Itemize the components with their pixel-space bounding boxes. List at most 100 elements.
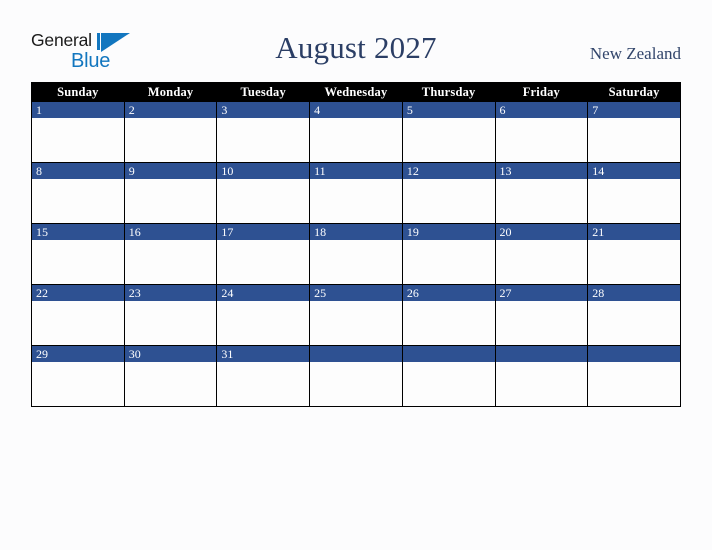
calendar-day-cell[interactable]: 17 <box>216 223 311 285</box>
day-number: 3 <box>217 102 310 118</box>
day-number: 22 <box>32 285 124 301</box>
day-note-area[interactable] <box>124 240 217 284</box>
day-number <box>495 346 588 362</box>
day-number: 9 <box>124 163 217 179</box>
day-note-area[interactable] <box>124 301 217 345</box>
calendar-day-cell[interactable]: 21 <box>587 223 681 285</box>
calendar-day-cell[interactable]: 14 <box>587 162 681 224</box>
calendar-week-row: 22 23 24 25 26 27 28 <box>31 284 681 346</box>
calendar-day-cell[interactable]: 19 <box>401 223 496 285</box>
day-number: 24 <box>217 285 310 301</box>
weekday-header-sunday: Sunday <box>31 82 125 102</box>
country-label: New Zealand <box>589 44 681 63</box>
day-note-area[interactable] <box>588 118 680 162</box>
calendar-day-cell[interactable]: 7 <box>587 101 681 163</box>
day-note-area[interactable] <box>495 240 588 284</box>
day-number: 17 <box>217 224 310 240</box>
day-number: 8 <box>32 163 124 179</box>
calendar-page: General Blue August 2027 New Zealand Sun… <box>0 0 712 550</box>
calendar-day-cell[interactable]: 31 <box>216 345 311 407</box>
day-number: 31 <box>217 346 310 362</box>
day-number: 2 <box>124 102 217 118</box>
calendar-day-cell[interactable]: 5 <box>401 101 496 163</box>
calendar-day-cell[interactable]: 25 <box>309 284 403 346</box>
calendar-day-cell[interactable]: 16 <box>123 223 218 285</box>
calendar-day-cell[interactable]: 4 <box>309 101 403 163</box>
day-note-area[interactable] <box>32 362 124 406</box>
day-note-area[interactable] <box>32 179 124 223</box>
calendar-day-cell[interactable]: 24 <box>216 284 311 346</box>
calendar-week-row: 15 16 17 18 19 20 21 <box>31 223 681 285</box>
day-note-area[interactable] <box>32 118 124 162</box>
day-note-area[interactable] <box>402 179 495 223</box>
calendar-day-cell[interactable]: 3 <box>216 101 311 163</box>
weekday-header-tuesday: Tuesday <box>216 82 311 102</box>
day-note-area[interactable] <box>217 362 310 406</box>
day-note-area[interactable] <box>402 240 495 284</box>
calendar-day-cell-empty[interactable] <box>401 345 496 407</box>
day-note-area[interactable] <box>32 301 124 345</box>
calendar-day-cell[interactable]: 28 <box>587 284 681 346</box>
day-number: 6 <box>495 102 588 118</box>
weekday-header-saturday: Saturday <box>587 82 681 102</box>
day-note-area[interactable] <box>588 179 680 223</box>
day-note-area[interactable] <box>310 301 402 345</box>
day-number: 23 <box>124 285 217 301</box>
day-note-area[interactable] <box>495 301 588 345</box>
day-note-area[interactable] <box>588 301 680 345</box>
day-note-area[interactable] <box>402 301 495 345</box>
calendar-day-cell[interactable]: 30 <box>123 345 218 407</box>
day-note-area[interactable] <box>495 179 588 223</box>
day-note-area[interactable] <box>310 240 402 284</box>
day-number: 13 <box>495 163 588 179</box>
calendar-day-cell-empty[interactable] <box>587 345 681 407</box>
day-note-area[interactable] <box>217 301 310 345</box>
calendar-day-cell[interactable]: 12 <box>401 162 496 224</box>
weekday-header-row: Sunday Monday Tuesday Wednesday Thursday… <box>31 82 681 102</box>
day-note-area[interactable] <box>217 179 310 223</box>
day-note-area[interactable] <box>588 362 680 406</box>
calendar-day-cell[interactable]: 15 <box>31 223 125 285</box>
day-note-area[interactable] <box>588 240 680 284</box>
calendar-day-cell[interactable]: 9 <box>123 162 218 224</box>
day-note-area[interactable] <box>124 362 217 406</box>
calendar-day-cell[interactable]: 27 <box>494 284 589 346</box>
calendar-week-row: 8 9 10 11 12 13 14 <box>31 162 681 224</box>
day-number: 16 <box>124 224 217 240</box>
day-note-area[interactable] <box>217 240 310 284</box>
calendar-day-cell[interactable]: 8 <box>31 162 125 224</box>
calendar-day-cell[interactable]: 13 <box>494 162 589 224</box>
day-note-area[interactable] <box>402 362 495 406</box>
day-note-area[interactable] <box>310 118 402 162</box>
day-note-area[interactable] <box>217 118 310 162</box>
calendar-day-cell[interactable]: 20 <box>494 223 589 285</box>
day-note-area[interactable] <box>32 240 124 284</box>
calendar-day-cell[interactable]: 6 <box>494 101 589 163</box>
calendar-grid: Sunday Monday Tuesday Wednesday Thursday… <box>31 82 681 407</box>
day-note-area[interactable] <box>124 179 217 223</box>
day-number: 30 <box>124 346 217 362</box>
day-number: 25 <box>310 285 402 301</box>
calendar-day-cell[interactable]: 26 <box>401 284 496 346</box>
calendar-day-cell[interactable]: 10 <box>216 162 311 224</box>
calendar-day-cell[interactable]: 1 <box>31 101 125 163</box>
day-number: 15 <box>32 224 124 240</box>
calendar-day-cell[interactable]: 11 <box>309 162 403 224</box>
day-number: 10 <box>217 163 310 179</box>
day-number: 7 <box>588 102 680 118</box>
day-note-area[interactable] <box>124 118 217 162</box>
day-note-area[interactable] <box>310 362 402 406</box>
day-note-area[interactable] <box>495 118 588 162</box>
day-note-area[interactable] <box>402 118 495 162</box>
calendar-day-cell[interactable]: 23 <box>123 284 218 346</box>
calendar-day-cell[interactable]: 22 <box>31 284 125 346</box>
day-note-area[interactable] <box>495 362 588 406</box>
day-number: 27 <box>495 285 588 301</box>
weekday-header-friday: Friday <box>494 82 589 102</box>
calendar-day-cell[interactable]: 2 <box>123 101 218 163</box>
calendar-day-cell[interactable]: 18 <box>309 223 403 285</box>
day-note-area[interactable] <box>310 179 402 223</box>
calendar-day-cell-empty[interactable] <box>494 345 589 407</box>
calendar-day-cell-empty[interactable] <box>309 345 403 407</box>
calendar-day-cell[interactable]: 29 <box>31 345 125 407</box>
